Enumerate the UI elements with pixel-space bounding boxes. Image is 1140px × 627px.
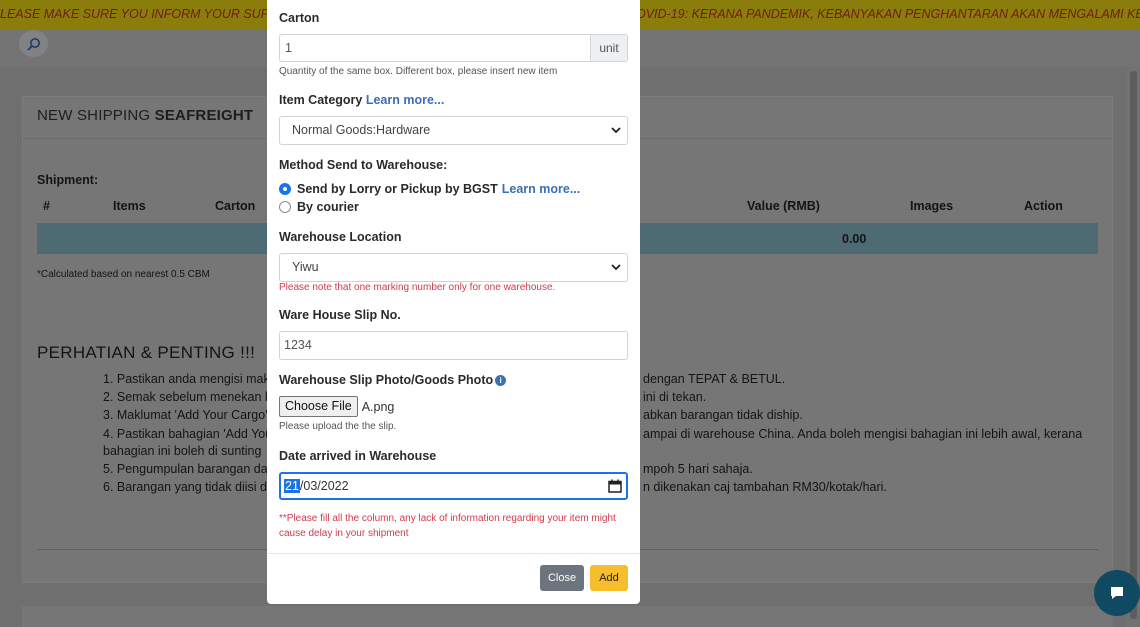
table-header-action: Action — [1024, 199, 1063, 213]
choose-file-button[interactable]: Choose File — [279, 396, 358, 417]
date-day-segment[interactable]: 21 — [284, 479, 300, 493]
calendar-icon[interactable] — [608, 479, 622, 493]
table-header-hash: # — [43, 199, 50, 213]
slip-no-input[interactable]: 1234 — [279, 331, 628, 360]
table-header-images: Images — [910, 199, 954, 213]
card-title-bold: SEAFREIGHT — [154, 107, 254, 124]
slip-photo-help: Please upload the the slip. — [279, 421, 397, 432]
incomplete-info-warning: **Please fill all the column, any lack o… — [279, 513, 616, 539]
chevron-down-icon — [610, 117, 622, 144]
chosen-filename: A.png — [361, 399, 395, 414]
method-option-courier-label: By courier — [297, 200, 359, 214]
modal-footer-divider — [267, 553, 640, 554]
method-learn-more-link[interactable]: Learn more... — [502, 182, 581, 196]
shipment-label: Shipment: — [37, 173, 99, 187]
item-category-label: Item Category Learn more... — [279, 93, 444, 107]
carton-help: Quantity of the same box. Different box,… — [279, 66, 558, 77]
method-option-lorry-label: Send by Lorry or Pickup by BGST — [297, 182, 498, 196]
notice-item-5-right: mpoh 5 hari sahaja. — [643, 462, 753, 476]
notice-title: PERHATIAN & PENTING !!! — [37, 343, 256, 362]
carton-unit-addon: unit — [590, 34, 628, 62]
slip-photo-label: Warehouse Slip Photo/Goods Photo i — [279, 373, 507, 387]
chat-button[interactable] — [1094, 570, 1140, 616]
slip-no-label: Ware House Slip No. — [279, 308, 401, 322]
slip-photo-file-input[interactable]: Choose File A.png — [279, 396, 394, 417]
radio-lorry[interactable] — [279, 183, 291, 195]
radio-courier[interactable] — [279, 201, 291, 213]
slip-photo-label-text: Warehouse Slip Photo/Goods Photo — [279, 373, 494, 387]
method-option-courier[interactable]: By courier — [279, 199, 359, 215]
notice-item-3: 3. Maklumat 'Add Your Cargo' ya — [103, 408, 285, 422]
item-category-label-text: Item Category — [279, 93, 363, 107]
cbm-note: *Calculated based on nearest 0.5 CBM — [37, 269, 210, 280]
ticker-text-right: OVID-19: KERANA PANDEMIK, KEBANYAKAN PEN… — [636, 7, 1140, 21]
chat-icon — [1111, 587, 1123, 599]
notice-item-3-right: abkan barangan tidak diship. — [643, 408, 803, 422]
carton-input-group: 1 unit — [279, 34, 628, 62]
item-category-learn-more-link[interactable]: Learn more... — [366, 93, 445, 107]
add-item-modal: Carton 1 unit Quantity of the same box. … — [267, 0, 640, 604]
close-button[interactable]: Close — [540, 565, 584, 591]
notice-item-1-right: dengan TEPAT & BETUL. — [643, 372, 786, 386]
card-title-prefix: NEW SHIPPING — [37, 107, 155, 124]
page-scrollbar-thumb[interactable] — [1130, 71, 1137, 619]
carton-label: Carton — [279, 11, 320, 25]
notice-item-6-right: n dikenakan caj tambahan RM30/kotak/hari… — [643, 480, 887, 494]
date-arrived-label: Date arrived in Warehouse — [279, 449, 437, 463]
warehouse-location-selected: Yiwu — [292, 260, 319, 274]
table-header-carton: Carton — [215, 199, 256, 213]
notice-item-6: 6. Barangan yang tidak diisi dala — [103, 480, 284, 494]
next-card-edge — [22, 606, 1113, 627]
carton-input[interactable]: 1 — [279, 34, 590, 62]
date-rest-segment[interactable]: /03/2022 — [300, 479, 349, 493]
search-icon — [27, 37, 40, 50]
item-category-select[interactable]: Normal Goods:Hardware — [279, 116, 628, 145]
add-button[interactable]: Add — [590, 565, 628, 591]
info-icon[interactable]: i — [495, 375, 507, 387]
notice-item-2-right: ini di tekan. — [643, 390, 707, 404]
item-category-selected: Normal Goods:Hardware — [292, 123, 431, 137]
table-header-items: Items — [113, 199, 146, 213]
date-arrived-input[interactable]: 21/03/2022 — [279, 472, 628, 500]
method-option-lorry[interactable]: Send by Lorry or Pickup by BGST Learn mo… — [279, 181, 580, 197]
notice-item-5: 5. Pengumpulan barangan dari — [103, 462, 275, 476]
table-header-value: Value (RMB) — [747, 199, 820, 213]
search-button[interactable] — [19, 30, 48, 57]
notice-item-4-right: ampai di warehouse China. Anda boleh men… — [643, 427, 1083, 441]
table-total-value: 0.00 — [842, 232, 867, 246]
warehouse-location-label: Warehouse Location — [279, 230, 402, 244]
notice-item-1: 1. Pastikan anda mengisi maklum — [103, 372, 290, 386]
notice-item-2: 2. Semak sebelum menekan but — [103, 390, 283, 404]
method-label: Method Send to Warehouse: — [279, 158, 448, 172]
notice-item-4: 4. Pastikan bahagian 'Add Your C — [103, 427, 289, 441]
chevron-down-icon — [610, 254, 622, 281]
notice-item-4-cont: bahagian ini boleh di sunting — [103, 444, 262, 458]
card-title: NEW SHIPPING SEAFREIGHT — [37, 107, 253, 124]
warehouse-location-select[interactable]: Yiwu — [279, 253, 628, 282]
warehouse-location-note: Please note that one marking number only… — [279, 282, 556, 293]
